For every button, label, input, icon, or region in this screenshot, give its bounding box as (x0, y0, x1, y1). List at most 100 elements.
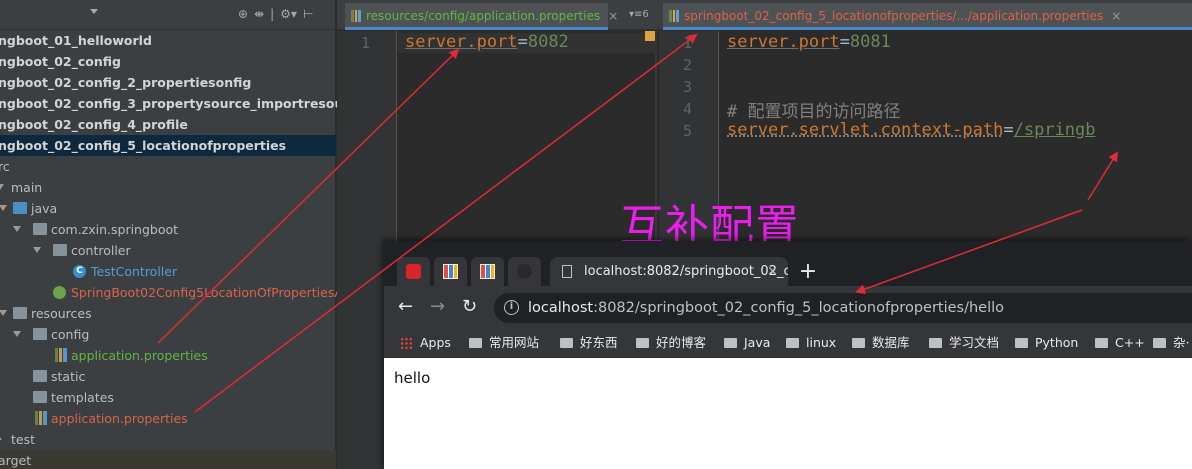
tree-item-target[interactable]: arget (0, 450, 336, 469)
tree-item-static[interactable]: static (0, 366, 336, 387)
new-tab-button[interactable]: + (794, 259, 822, 285)
info-icon[interactable]: i (504, 300, 519, 315)
pinned-tab[interactable] (434, 257, 467, 286)
tab-root-application-properties[interactable]: springboot_02_config_5_locationofpropert… (663, 3, 1192, 30)
bookmarks-bar: Apps 常用网站 好东西 好的博客 Java linux 数据库 学习文档 P… (384, 330, 1192, 358)
tree-item-test[interactable]: test (0, 429, 336, 450)
tree-item-main[interactable]: main (0, 177, 336, 198)
folder-icon (560, 338, 573, 348)
properties-file-icon (351, 10, 361, 22)
folder-icon (1015, 338, 1028, 348)
close-icon[interactable]: × (608, 9, 618, 23)
bookmark-folder[interactable]: 好的博客 (636, 330, 706, 357)
expand-arrow-icon[interactable] (13, 226, 21, 232)
tree-item-project-selected[interactable]: ngboot_02_config_5_locationofproperties (0, 135, 336, 156)
expand-arrow-icon[interactable] (0, 184, 4, 190)
collapsed-arrow-icon[interactable] (0, 435, 2, 443)
pinned-tab[interactable] (471, 257, 504, 286)
collapse-icon[interactable]: ⇼ (254, 7, 264, 21)
code-line[interactable]: server.port=8081 (727, 32, 891, 52)
bookmark-folder[interactable]: 杂· (1153, 330, 1189, 357)
tree-item-project[interactable]: ngboot_02_config_4_profile (0, 114, 336, 135)
pinned-tab[interactable] (397, 257, 430, 286)
class-icon: C (73, 265, 86, 278)
folder-icon (636, 338, 649, 348)
package-icon (53, 244, 67, 256)
folder-icon (1095, 338, 1108, 348)
bookmark-folder[interactable]: 常用网站 (469, 330, 539, 357)
tree-item-java[interactable]: java (0, 198, 336, 219)
properties-file-icon (55, 348, 67, 362)
bookmark-folder[interactable]: 好东西 (560, 330, 618, 357)
tree-item-project[interactable]: ngboot_02_config_3_propertysource_import… (0, 93, 365, 114)
line-number: 2 (682, 56, 692, 74)
spring-boot-icon (53, 286, 66, 299)
editor-tab-bar: resources/config/application.properties ×… (337, 0, 1192, 30)
tree-item-project[interactable]: ngboot_02_config (0, 51, 336, 72)
github-icon (517, 264, 532, 279)
page-content: hello (384, 359, 1192, 469)
code-line[interactable]: server.port=8082 (405, 32, 569, 52)
folder-icon (469, 338, 482, 348)
bookmark-folder[interactable]: 学习文档 (929, 330, 999, 357)
line-number: 4 (682, 100, 692, 118)
tree-item-resources[interactable]: resources (0, 303, 336, 324)
tree-item-project[interactable]: ngboot_02_config_2_propertiesonfig (0, 72, 336, 93)
folder-icon (786, 338, 799, 348)
tree-item-application-class[interactable]: SpringBoot02Config5LocationOfPropertiesA… (0, 282, 366, 303)
gear-icon[interactable]: ⚙▾ (280, 7, 297, 21)
code-line[interactable]: server.servlet.context-path=/springb (727, 120, 1095, 140)
reload-icon[interactable]: ↻ (462, 296, 477, 317)
bookmark-folder[interactable]: C++ (1095, 330, 1145, 357)
bookmark-folder[interactable]: Python (1015, 330, 1078, 357)
tab-localhost[interactable]: localhost:8082/springboot_02_c × (550, 257, 788, 286)
folder-icon (33, 391, 47, 403)
bookmark-apps[interactable]: Apps (400, 330, 451, 357)
line-number: 1 (360, 34, 370, 52)
bookmark-folder[interactable]: 数据库 (852, 330, 910, 357)
source-folder-icon (13, 202, 27, 214)
expand-arrow-icon[interactable] (0, 310, 7, 316)
chart-favicon-icon (443, 264, 458, 279)
tree-item-config-application-properties[interactable]: application.properties (0, 345, 336, 366)
close-icon[interactable]: × (767, 257, 778, 286)
locate-icon[interactable]: ⊕ (238, 7, 248, 21)
code-line[interactable]: # 配置项目的访问路径 (727, 97, 900, 122)
expand-arrow-icon[interactable] (0, 205, 7, 211)
chart-favicon-icon (480, 264, 495, 279)
address-bar[interactable]: i localhost:8082/springboot_02_config_5_… (494, 293, 1192, 323)
tree-item-src[interactable]: rc (0, 156, 336, 177)
expand-arrow-icon[interactable] (13, 331, 21, 337)
divider: | (270, 7, 275, 21)
page-body-text: hello (394, 369, 431, 387)
project-toolbar: ⊕ ⇼ | ⚙▾ ⊢ (0, 0, 335, 30)
folder-icon (1153, 338, 1166, 348)
tree-item-templates[interactable]: templates (0, 387, 336, 408)
bookmark-folder[interactable]: Java (724, 330, 770, 357)
tree-item-application-properties[interactable]: application.properties (0, 408, 336, 429)
close-icon[interactable]: × (1111, 9, 1121, 23)
expand-arrow-icon[interactable] (33, 247, 41, 253)
view-dropdown-icon[interactable] (90, 9, 98, 14)
back-arrow-icon[interactable]: ← (398, 296, 413, 317)
folder-icon (33, 370, 47, 382)
tree-item-package[interactable]: com.zxin.springboot (0, 219, 336, 240)
folder-icon (929, 338, 942, 348)
hide-panel-icon[interactable]: ⊢ (303, 7, 313, 21)
forward-arrow-icon[interactable]: → (430, 296, 445, 317)
split-menu-icon[interactable]: ▾≡6 (629, 9, 649, 20)
bookmark-folder[interactable]: linux (786, 330, 836, 357)
line-number: 1 (682, 34, 692, 52)
warning-marker-icon[interactable] (645, 31, 655, 41)
tab-config-application-properties[interactable]: resources/config/application.properties × (345, 3, 618, 30)
tree-item-project[interactable]: ngboot_01_helloworld (0, 30, 336, 51)
pinned-tab[interactable] (508, 257, 541, 286)
resources-folder-icon (13, 307, 27, 319)
tree-item-controller[interactable]: controller (0, 240, 336, 261)
package-icon (33, 223, 47, 235)
tree-item-config[interactable]: config (0, 324, 336, 345)
properties-file-icon (35, 411, 47, 425)
site-favicon-icon (406, 264, 421, 279)
tree-item-testcontroller[interactable]: C TestController (0, 261, 336, 282)
folder-icon (852, 338, 865, 348)
